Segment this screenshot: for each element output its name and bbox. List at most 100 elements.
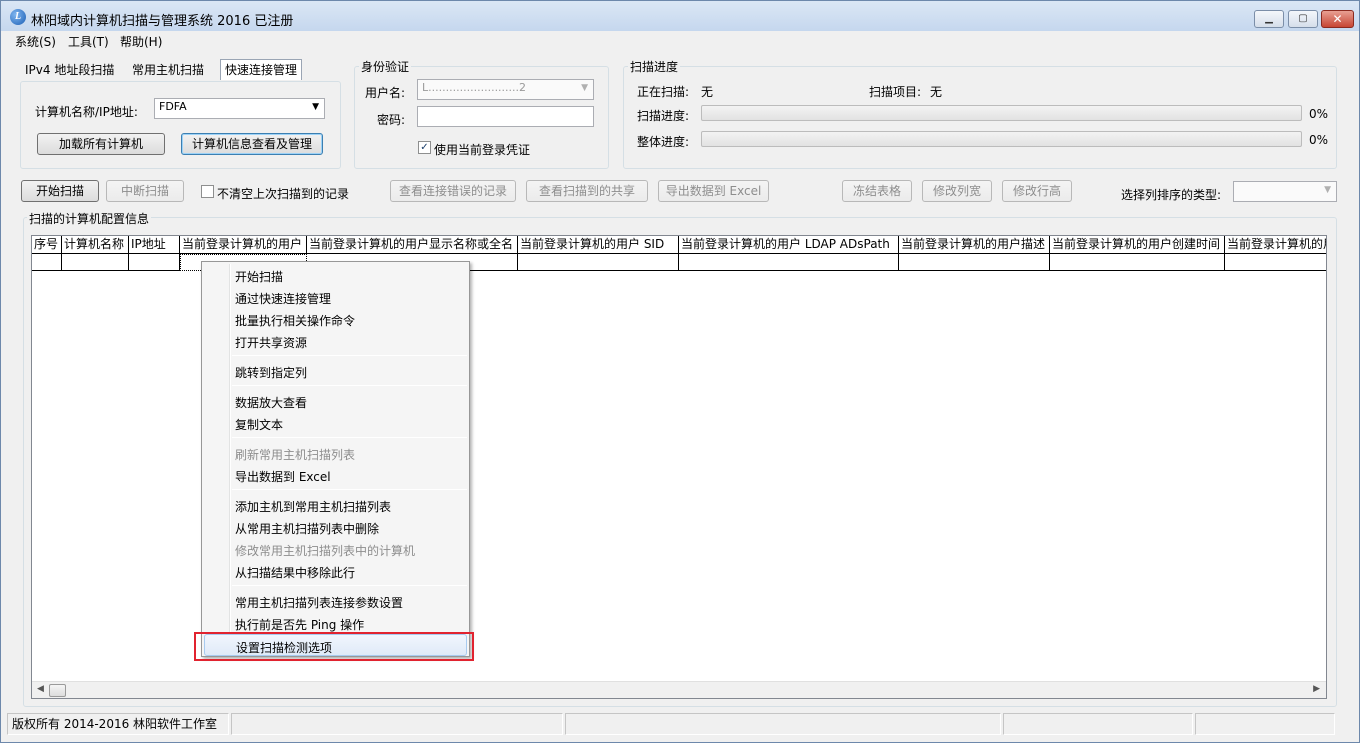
context-menu-item[interactable]: 修改常用主机扫描列表中的计算机 — [204, 538, 467, 560]
app-logo-icon: L — [10, 9, 26, 25]
computer-combobox[interactable]: FDFA ▼ — [154, 98, 325, 119]
stop-scan-button[interactable]: 中断扫描 — [106, 180, 184, 202]
column-header[interactable]: 当前登录计算机的用户描述 — [899, 236, 1050, 254]
column-header[interactable]: 当前登录计算机的用户创建时间 — [1050, 236, 1225, 254]
table-cell[interactable] — [1225, 254, 1326, 271]
chevron-down-icon[interactable]: ▼ — [1324, 185, 1331, 195]
tab-ipv4-scan[interactable]: IPv4 地址段扫描 — [25, 61, 114, 78]
load-all-computers-button[interactable]: 加载所有计算机 — [37, 133, 165, 155]
context-menu-item[interactable]: 跳转到指定列 — [204, 360, 467, 382]
scroll-left-icon[interactable]: ◀ — [37, 684, 44, 694]
context-menu-item-label: 打开共享资源 — [235, 336, 308, 350]
password-input[interactable] — [417, 106, 594, 127]
context-menu-item-label: 刷新常用主机扫描列表 — [235, 448, 356, 462]
chevron-down-icon[interactable]: ▼ — [312, 102, 319, 112]
keep-records-checkbox[interactable] — [201, 185, 214, 198]
menu-separator — [232, 585, 467, 586]
sort-type-combobox[interactable]: ▼ — [1233, 181, 1337, 202]
view-errors-button[interactable]: 查看连接错误的记录 — [390, 180, 516, 202]
view-shares-button[interactable]: 查看扫描到的共享 — [526, 180, 648, 202]
context-menu-item-label: 批量执行相关操作命令 — [235, 314, 356, 328]
menu-separator — [232, 489, 467, 490]
column-header[interactable]: 当前登录计算机的用户 — [1225, 236, 1326, 254]
context-menu-item[interactable]: 数据放大查看 — [204, 390, 467, 412]
column-header[interactable]: 当前登录计算机的用户显示名称或全名 — [307, 236, 518, 254]
context-menu-item-label: 执行前是否先 Ping 操作 — [235, 618, 365, 632]
context-menu-item-label: 常用主机扫描列表连接参数设置 — [235, 596, 404, 610]
table-cell[interactable] — [518, 254, 679, 271]
context-menu-item[interactable]: 打开共享资源 — [204, 330, 467, 352]
context-menu-item[interactable]: 通过快速连接管理 — [204, 286, 467, 308]
context-menu-item-label: 从常用主机扫描列表中删除 — [235, 522, 380, 536]
table-cell[interactable] — [129, 254, 180, 271]
context-menu-item[interactable]: 导出数据到 Excel — [204, 464, 467, 486]
menu-separator — [232, 355, 467, 356]
column-header[interactable]: IP地址 — [129, 236, 180, 254]
close-button[interactable]: ✕ — [1321, 10, 1354, 28]
minimize-icon: ▁ — [1265, 13, 1273, 24]
password-label: 密码: — [377, 113, 406, 127]
title-bar[interactable]: L 林阳域内计算机扫描与管理系统 2016 已注册 ▁ ▢ ✕ — [1, 1, 1359, 31]
scan-progress-percent: 0% — [1309, 107, 1329, 121]
context-menu-item-label: 通过快速连接管理 — [235, 292, 332, 306]
context-menu: 开始扫描通过快速连接管理批量执行相关操作命令 打开共享资源 跳转到指定列 数据放大查看… — [201, 261, 470, 657]
column-header[interactable]: 当前登录计算机的用户 — [180, 236, 307, 254]
menu-system[interactable]: 系统(S) — [15, 33, 56, 50]
overall-progress-percent: 0% — [1309, 133, 1329, 147]
status-cell — [565, 713, 1001, 735]
scan-results-title: 扫描的计算机配置信息 — [27, 210, 152, 227]
context-menu-item[interactable]: 添加主机到常用主机扫描列表 — [204, 494, 467, 516]
scanning-value: 无 — [701, 85, 714, 99]
tab-quick-connect[interactable]: 快速连接管理 — [220, 59, 303, 80]
maximize-button[interactable]: ▢ — [1288, 10, 1318, 28]
table-cell[interactable] — [899, 254, 1050, 271]
computer-info-manage-button[interactable]: 计算机信息查看及管理 — [181, 133, 323, 155]
table-cell[interactable] — [1050, 254, 1225, 271]
context-menu-item[interactable]: 复制文本 — [204, 412, 467, 434]
scroll-right-icon[interactable]: ▶ — [1313, 684, 1320, 694]
column-header[interactable]: 计算机名称 — [62, 236, 129, 254]
minimize-button[interactable]: ▁ — [1254, 10, 1284, 28]
context-menu-item[interactable]: 从常用主机扫描列表中删除 — [204, 516, 467, 538]
context-menu-item-label: 数据放大查看 — [235, 396, 308, 410]
context-menu-item-label: 导出数据到 Excel — [235, 470, 331, 484]
column-header[interactable]: 当前登录计算机的用户 SID — [518, 236, 679, 254]
context-menu-item-label: 跳转到指定列 — [235, 366, 308, 380]
username-combobox[interactable]: L..........................2 ▼ — [417, 79, 594, 100]
status-cell — [231, 713, 563, 735]
column-header[interactable]: 序号 — [32, 236, 62, 254]
menu-tools[interactable]: 工具(T) — [68, 33, 109, 50]
column-header[interactable]: 当前登录计算机的用户 LDAP ADsPath — [679, 236, 899, 254]
menu-separator — [232, 385, 467, 386]
computer-label: 计算机名称/IP地址: — [35, 105, 138, 119]
tab-common-hosts[interactable]: 常用主机扫描 — [132, 61, 204, 78]
overall-progress-label: 整体进度: — [637, 135, 690, 149]
menu-separator — [232, 437, 467, 438]
use-current-credential-label: 使用当前登录凭证 — [434, 143, 531, 157]
context-menu-item[interactable]: 批量执行相关操作命令 — [204, 308, 467, 330]
start-scan-button[interactable]: 开始扫描 — [21, 180, 99, 202]
username-label: 用户名: — [365, 86, 406, 100]
chevron-down-icon[interactable]: ▼ — [581, 83, 588, 93]
horizontal-scrollbar[interactable]: ◀ ▶ — [32, 681, 1326, 698]
highlight-annotation — [194, 632, 474, 661]
table-cell[interactable] — [679, 254, 899, 271]
context-menu-item[interactable]: 常用主机扫描列表连接参数设置 — [204, 590, 467, 612]
scan-progress-bar — [701, 105, 1302, 121]
context-menu-item-label: 从扫描结果中移除此行 — [235, 566, 356, 580]
context-menu-item[interactable]: 开始扫描 — [204, 264, 467, 286]
context-menu-item[interactable]: 刷新常用主机扫描列表 — [204, 442, 467, 464]
sort-type-label: 选择列排序的类型: — [1121, 188, 1222, 202]
export-excel-button[interactable]: 导出数据到 Excel — [658, 180, 769, 202]
context-menu-item[interactable]: 从扫描结果中移除此行 — [204, 560, 467, 582]
modify-column-width-button[interactable]: 修改列宽 — [922, 180, 992, 202]
table-cell[interactable] — [32, 254, 62, 271]
context-menu-item[interactable]: 执行前是否先 Ping 操作 — [204, 612, 467, 634]
freeze-table-button[interactable]: 冻结表格 — [842, 180, 912, 202]
scrollbar-thumb[interactable] — [49, 684, 66, 697]
modify-row-height-button[interactable]: 修改行高 — [1002, 180, 1072, 202]
menu-help[interactable]: 帮助(H) — [120, 33, 162, 50]
use-current-credential-checkbox[interactable]: ✓ — [418, 141, 431, 154]
table-cell[interactable] — [62, 254, 129, 271]
scanning-label: 正在扫描: — [637, 85, 690, 99]
